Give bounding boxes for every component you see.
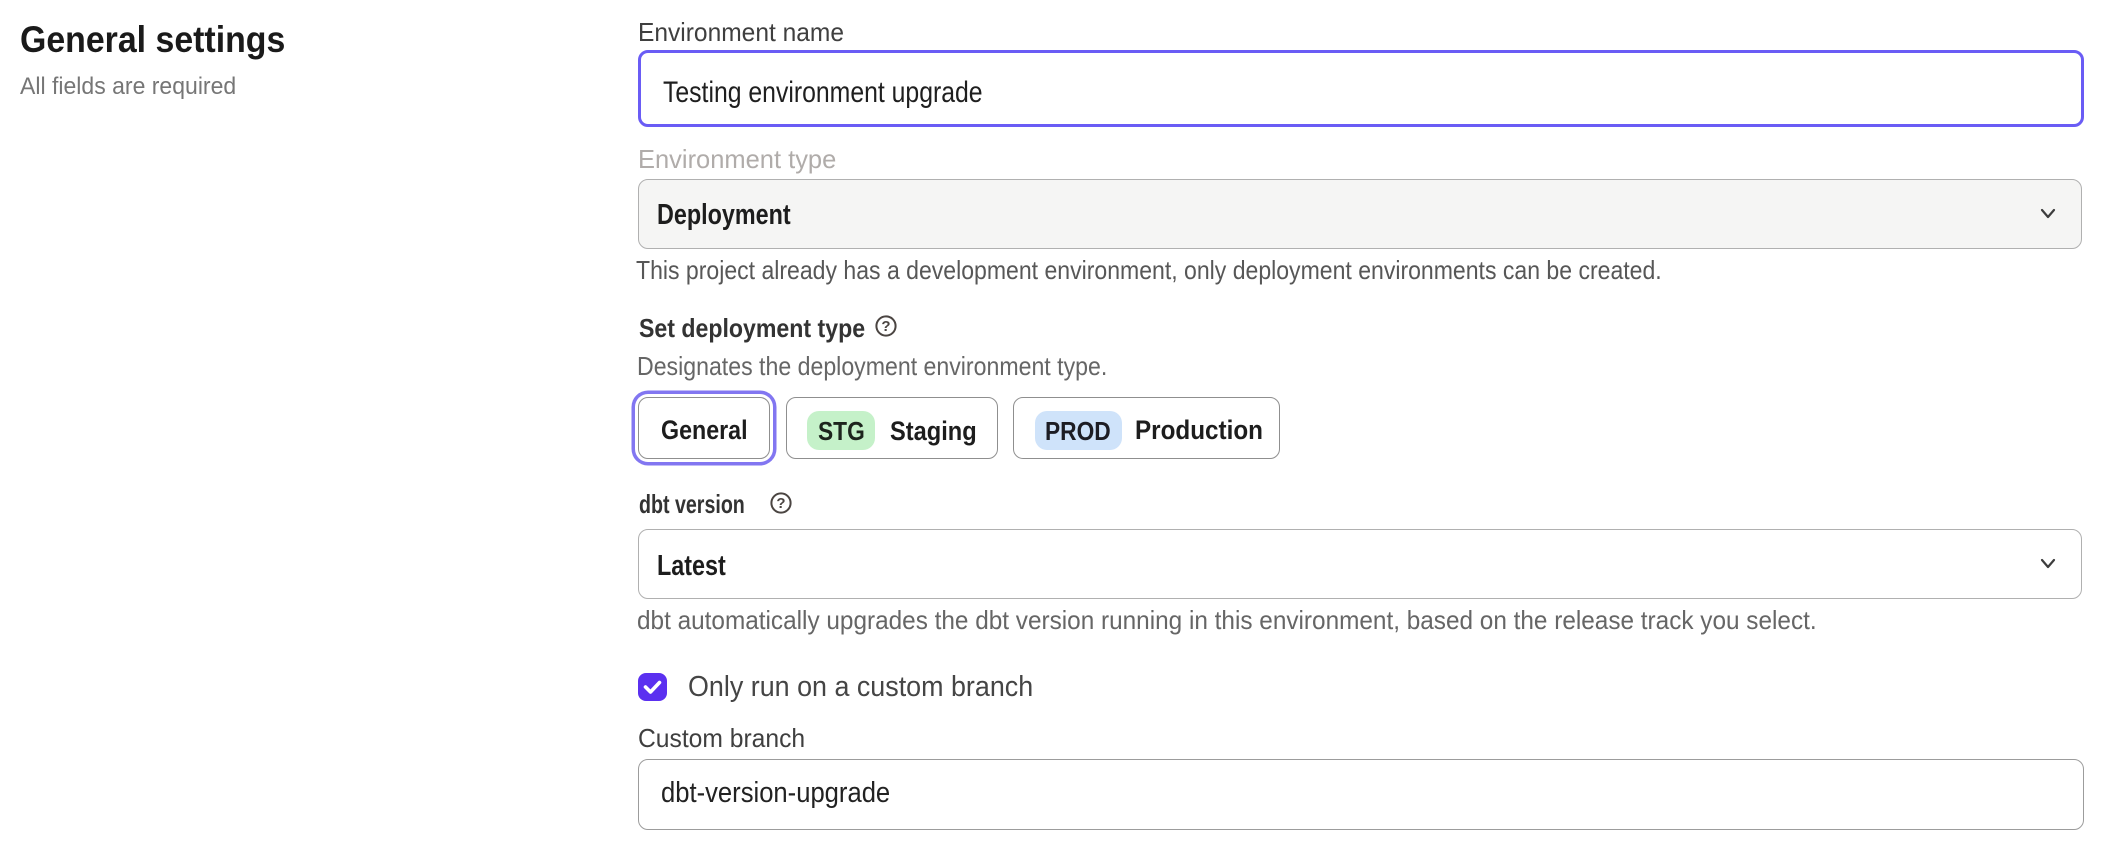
svg-text:?: ? [776,495,785,512]
svg-text:?: ? [881,318,890,335]
